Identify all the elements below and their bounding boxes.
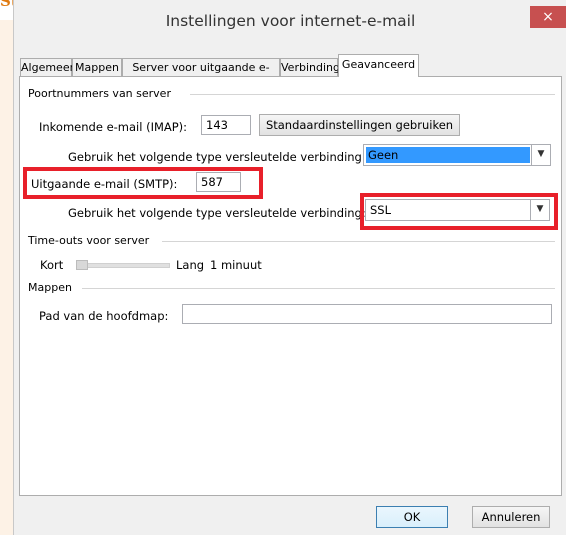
outgoing-encryption-select[interactable]: SSL ▼: [365, 199, 550, 221]
close-button[interactable]: ×: [530, 6, 566, 28]
incoming-port-field[interactable]: 143: [201, 115, 251, 135]
root-folder-label: Pad van de hoofdmap:: [39, 309, 169, 323]
group-divider: [82, 288, 555, 289]
chevron-down-icon: ▼: [531, 145, 550, 165]
group-folders-label: Mappen: [28, 281, 76, 294]
settings-dialog: Instellingen voor internet-e-mail × Alge…: [13, 0, 566, 535]
advanced-panel: Poortnummers van server Inkomende e-mail…: [19, 76, 562, 496]
tab-connection-label: Verbinding: [281, 61, 340, 74]
ok-button[interactable]: OK: [376, 506, 448, 528]
chevron-down-icon: ▼: [530, 200, 549, 220]
outgoing-encryption-value: SSL: [370, 203, 392, 217]
timeout-value-label: 1 minuut: [210, 258, 262, 272]
group-server-ports: Poortnummers van server: [20, 87, 561, 101]
tab-folders-label: Mappen: [75, 61, 119, 74]
incoming-encryption-label: Gebruik het volgende type versleutelde v…: [68, 150, 366, 164]
timeout-long-label: Lang: [176, 258, 205, 272]
timeout-slider-track[interactable]: [76, 263, 170, 268]
outgoing-port-field[interactable]: 587: [196, 172, 241, 192]
outgoing-encryption-label: Gebruik het volgende type versleutelde v…: [68, 206, 366, 220]
close-icon: ×: [542, 9, 554, 25]
group-timeouts: Time-outs voor server: [20, 234, 561, 248]
cancel-button[interactable]: Annuleren: [472, 506, 550, 528]
use-defaults-button[interactable]: Standaardinstellingen gebruiken: [259, 114, 460, 136]
tab-folders[interactable]: Mappen: [72, 58, 122, 76]
group-folders: Mappen: [20, 281, 561, 295]
incoming-encryption-select[interactable]: Geen ▼: [363, 144, 551, 166]
group-divider: [190, 94, 555, 95]
incoming-encryption-value: Geen: [366, 147, 530, 163]
root-folder-input[interactable]: [182, 304, 552, 324]
title-bar: Instellingen voor internet-e-mail ×: [14, 0, 566, 42]
background-page-strip: [0, 20, 14, 535]
outgoing-port-label: Uitgaande e-mail (SMTP):: [31, 177, 178, 191]
window-title: Instellingen voor internet-e-mail: [165, 12, 416, 30]
tab-outgoing-server[interactable]: Server voor uitgaande e-mail: [122, 58, 280, 92]
tab-advanced-label: Geavanceerd: [341, 58, 416, 71]
timeout-short-label: Kort: [40, 258, 64, 272]
group-timeouts-label: Time-outs voor server: [28, 234, 154, 247]
group-server-ports-label: Poortnummers van server: [28, 87, 175, 100]
incoming-port-label: Inkomende e-mail (IMAP):: [39, 120, 188, 134]
group-divider: [162, 241, 555, 242]
tab-connection[interactable]: Verbinding: [280, 58, 340, 76]
tab-advanced[interactable]: Geavanceerd: [338, 54, 419, 77]
tab-general[interactable]: Algemeen: [20, 58, 77, 76]
tab-general-label: Algemeen: [21, 61, 77, 74]
timeout-slider-thumb[interactable]: [76, 260, 88, 270]
